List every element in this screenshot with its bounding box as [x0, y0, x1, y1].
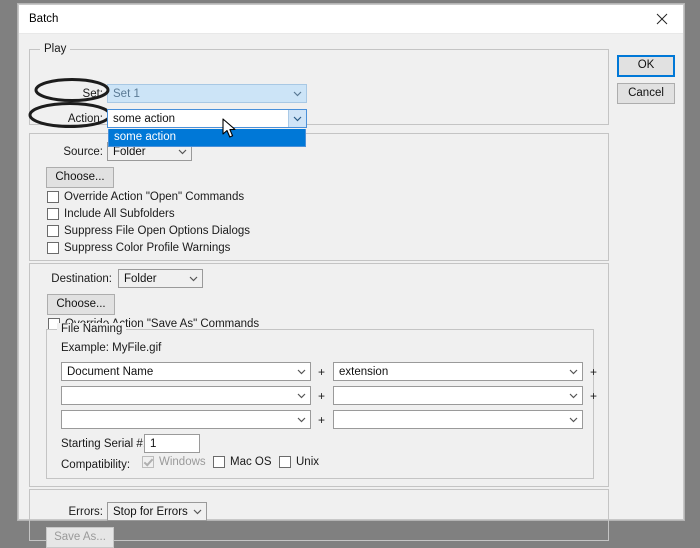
- file-naming-example: Example: MyFile.gif: [61, 342, 161, 354]
- checkbox-box: [47, 191, 59, 203]
- checkbox-box: [279, 456, 291, 468]
- compatibility-label: Compatibility:: [61, 459, 130, 471]
- checkbox-box: [47, 208, 59, 220]
- plus-sign-5: +: [318, 413, 325, 427]
- destination-label: Destination:: [46, 273, 112, 285]
- destination-group: Destination: Folder Choose... Override A…: [29, 263, 609, 487]
- plus-sign-2: +: [590, 365, 597, 379]
- checkbox-box: [213, 456, 225, 468]
- source-combobox-value: Folder: [108, 146, 174, 158]
- starting-serial-label: Starting Serial #:: [61, 438, 146, 450]
- starting-serial-input[interactable]: 1: [144, 434, 200, 453]
- filename-part-6-combobox[interactable]: [333, 410, 583, 429]
- filename-part-5-combobox[interactable]: [61, 410, 311, 429]
- errors-combobox[interactable]: Stop for Errors: [107, 502, 207, 521]
- desktop-background: Batch OK Cancel Play Set: Set 1: [0, 0, 700, 533]
- chevron-down-icon: [185, 270, 202, 287]
- checkbox-box: [47, 242, 59, 254]
- chevron-down-icon: [565, 411, 582, 428]
- checkbox-box: [47, 225, 59, 237]
- errors-combobox-value: Stop for Errors: [108, 506, 189, 518]
- destination-choose-button[interactable]: Choose...: [47, 294, 115, 315]
- chevron-down-icon: [288, 110, 306, 127]
- plus-sign-4: +: [590, 389, 597, 403]
- dialog-title: Batch: [29, 13, 58, 25]
- action-label: Action:: [41, 113, 103, 125]
- filename-part-2-combobox[interactable]: extension: [333, 362, 583, 381]
- checkbox-label: Suppress Color Profile Warnings: [64, 242, 230, 254]
- filename-part-1-value: Document Name: [62, 366, 293, 378]
- ok-button[interactable]: OK: [617, 55, 675, 77]
- play-group-legend: Play: [40, 43, 70, 55]
- source-label: Source:: [45, 146, 103, 158]
- chevron-down-icon: [565, 387, 582, 404]
- action-combobox[interactable]: some action some action: [107, 109, 307, 128]
- filename-part-1-combobox[interactable]: Document Name: [61, 362, 311, 381]
- chevron-down-icon: [293, 387, 310, 404]
- dialog-titlebar: Batch: [19, 5, 683, 34]
- checkbox-label: Windows: [159, 456, 206, 468]
- plus-sign-3: +: [318, 389, 325, 403]
- filename-part-2-value: extension: [334, 366, 565, 378]
- dialog-body: OK Cancel Play Set: Set 1 Action: some a…: [19, 34, 683, 519]
- plus-sign-1: +: [318, 365, 325, 379]
- set-combobox[interactable]: Set 1: [107, 84, 307, 103]
- close-button[interactable]: [641, 5, 683, 33]
- checkbox-compat-windows: Windows: [142, 456, 206, 468]
- chevron-down-icon: [565, 363, 582, 380]
- errors-save-as-button: Save As...: [46, 527, 114, 548]
- filename-part-3-combobox[interactable]: [61, 386, 311, 405]
- chevron-down-icon: [289, 85, 306, 102]
- checkbox-override-open[interactable]: Override Action "Open" Commands: [47, 191, 244, 203]
- action-combobox-value: some action: [108, 113, 288, 125]
- checkbox-label: Include All Subfolders: [64, 208, 175, 220]
- checkbox-suppress-file-open[interactable]: Suppress File Open Options Dialogs: [47, 225, 250, 237]
- cancel-button[interactable]: Cancel: [617, 83, 675, 104]
- checkbox-label: Override Action "Open" Commands: [64, 191, 244, 203]
- chevron-down-icon: [189, 503, 206, 520]
- set-label: Set:: [41, 88, 103, 100]
- checkbox-box: [142, 456, 154, 468]
- destination-combobox-value: Folder: [119, 273, 185, 285]
- batch-dialog: Batch OK Cancel Play Set: Set 1: [18, 4, 684, 520]
- close-icon: [656, 13, 668, 25]
- checkbox-compat-macos[interactable]: Mac OS: [213, 456, 272, 468]
- set-combobox-value: Set 1: [108, 88, 289, 100]
- checkbox-compat-unix[interactable]: Unix: [279, 456, 319, 468]
- checkbox-label: Suppress File Open Options Dialogs: [64, 225, 250, 237]
- action-dropdown-list[interactable]: some action: [108, 129, 306, 147]
- action-dropdown-item[interactable]: some action: [109, 129, 305, 146]
- errors-label: Errors:: [51, 506, 103, 518]
- file-naming-group: File Naming Example: MyFile.gif Document…: [46, 329, 594, 479]
- filename-part-4-combobox[interactable]: [333, 386, 583, 405]
- checkbox-suppress-color-profile[interactable]: Suppress Color Profile Warnings: [47, 242, 230, 254]
- chevron-down-icon: [293, 411, 310, 428]
- chevron-down-icon: [293, 363, 310, 380]
- file-naming-legend: File Naming: [57, 323, 126, 335]
- destination-combobox[interactable]: Folder: [118, 269, 203, 288]
- checkbox-label: Unix: [296, 456, 319, 468]
- checkbox-include-subfolders[interactable]: Include All Subfolders: [47, 208, 175, 220]
- checkbox-label: Mac OS: [230, 456, 272, 468]
- source-choose-button[interactable]: Choose...: [46, 167, 114, 188]
